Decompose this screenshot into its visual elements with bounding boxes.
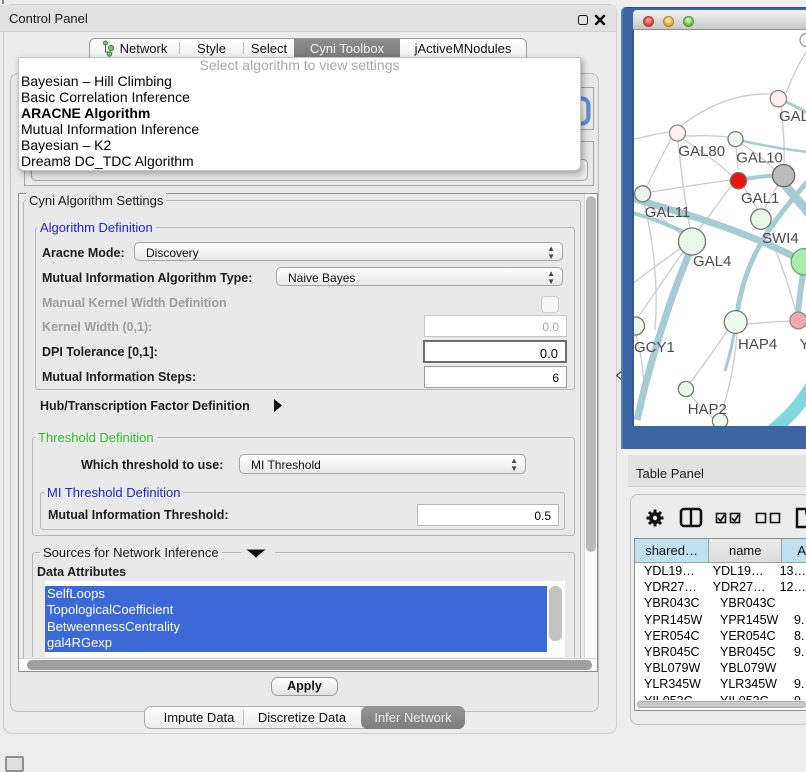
svg-text:GAL80: GAL80 (678, 143, 725, 160)
svg-text:GAL4: GAL4 (693, 253, 731, 270)
svg-text:GCY1: GCY1 (634, 339, 675, 356)
svg-text:SWI4: SWI4 (762, 230, 799, 247)
svg-text:GAL10: GAL10 (736, 150, 783, 167)
svg-text:HAP4: HAP4 (738, 336, 777, 353)
svg-text:GAL7: GAL7 (779, 108, 806, 125)
svg-text:GAL11: GAL11 (645, 204, 691, 221)
svg-text:HAP2: HAP2 (688, 401, 727, 418)
svg-text:Y: Y (800, 336, 806, 353)
svg-text:GAL1: GAL1 (741, 190, 779, 207)
